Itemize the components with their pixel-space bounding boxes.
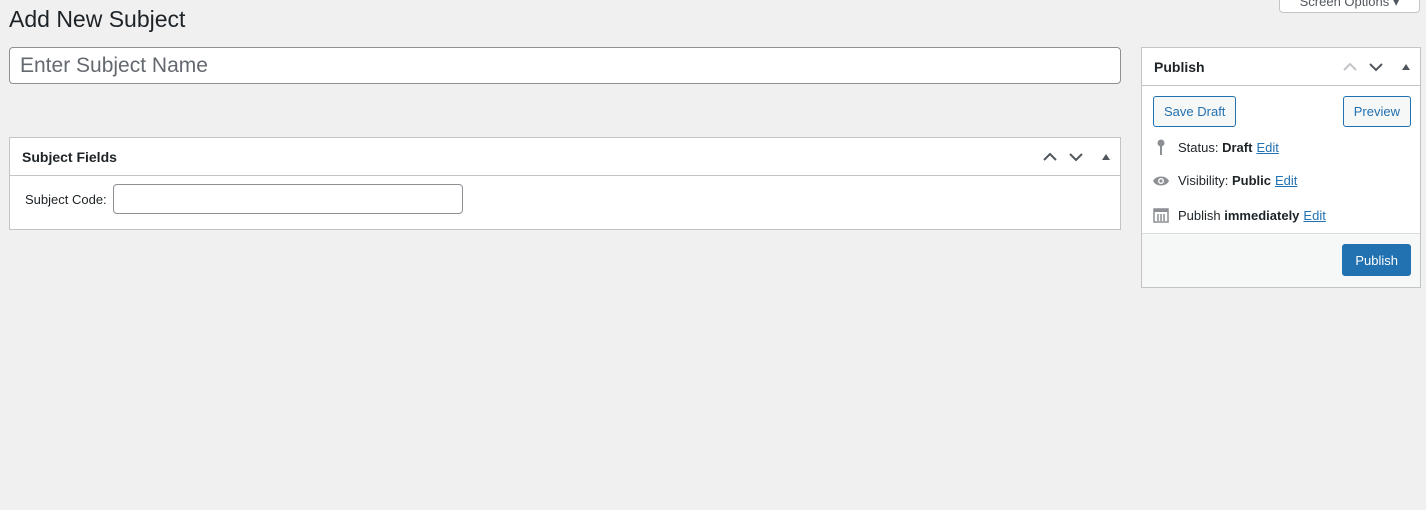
publish-actions: Publish <box>1142 233 1420 287</box>
schedule-value: immediately <box>1224 207 1300 223</box>
schedule-row: Publish immediately Edit <box>1152 207 1326 223</box>
preview-button[interactable]: Preview <box>1342 96 1411 127</box>
publish-box: Publish Save Draft Preview Status: Draft… <box>1141 47 1421 288</box>
move-down-icon[interactable] <box>1068 149 1084 165</box>
status-label: Status: <box>1178 139 1219 155</box>
subject-fields-box: Subject Fields Subject Code: <box>9 137 1121 230</box>
collapse-toggle-icon[interactable] <box>1102 153 1110 160</box>
subject-fields-title: Subject Fields <box>22 148 117 165</box>
collapse-toggle-icon[interactable] <box>1402 63 1410 70</box>
publish-header: Publish <box>1142 48 1420 86</box>
edit-schedule-link[interactable]: Edit <box>1303 208 1325 223</box>
save-draft-button[interactable]: Save Draft <box>1153 96 1237 127</box>
subject-code-input[interactable] <box>112 184 463 214</box>
pin-icon <box>1152 139 1170 155</box>
page-title: Add New Subject <box>9 6 186 32</box>
screen-options-button[interactable]: Screen Options ▾ <box>1279 0 1420 13</box>
schedule-label: Publish <box>1178 207 1221 223</box>
subject-name-input[interactable] <box>9 47 1121 84</box>
edit-status-link[interactable]: Edit <box>1256 140 1278 155</box>
publish-title: Publish <box>1154 58 1205 75</box>
visibility-row: Visibility: Public Edit <box>1152 173 1297 188</box>
move-down-icon[interactable] <box>1368 59 1384 75</box>
calendar-icon <box>1152 207 1170 223</box>
status-value: Draft <box>1222 139 1253 155</box>
edit-visibility-link[interactable]: Edit <box>1275 173 1297 188</box>
visibility-label: Visibility: <box>1178 173 1229 188</box>
subject-code-label: Subject Code: <box>25 191 107 207</box>
publish-button[interactable]: Publish <box>1342 244 1411 276</box>
screen-options-label: Screen Options <box>1299 0 1390 9</box>
eye-icon <box>1152 175 1170 187</box>
subject-fields-header: Subject Fields <box>10 138 1120 176</box>
move-up-icon[interactable] <box>1342 59 1358 75</box>
status-row: Status: Draft Edit <box>1152 139 1279 155</box>
visibility-value: Public <box>1231 173 1271 188</box>
move-up-icon[interactable] <box>1042 149 1058 165</box>
